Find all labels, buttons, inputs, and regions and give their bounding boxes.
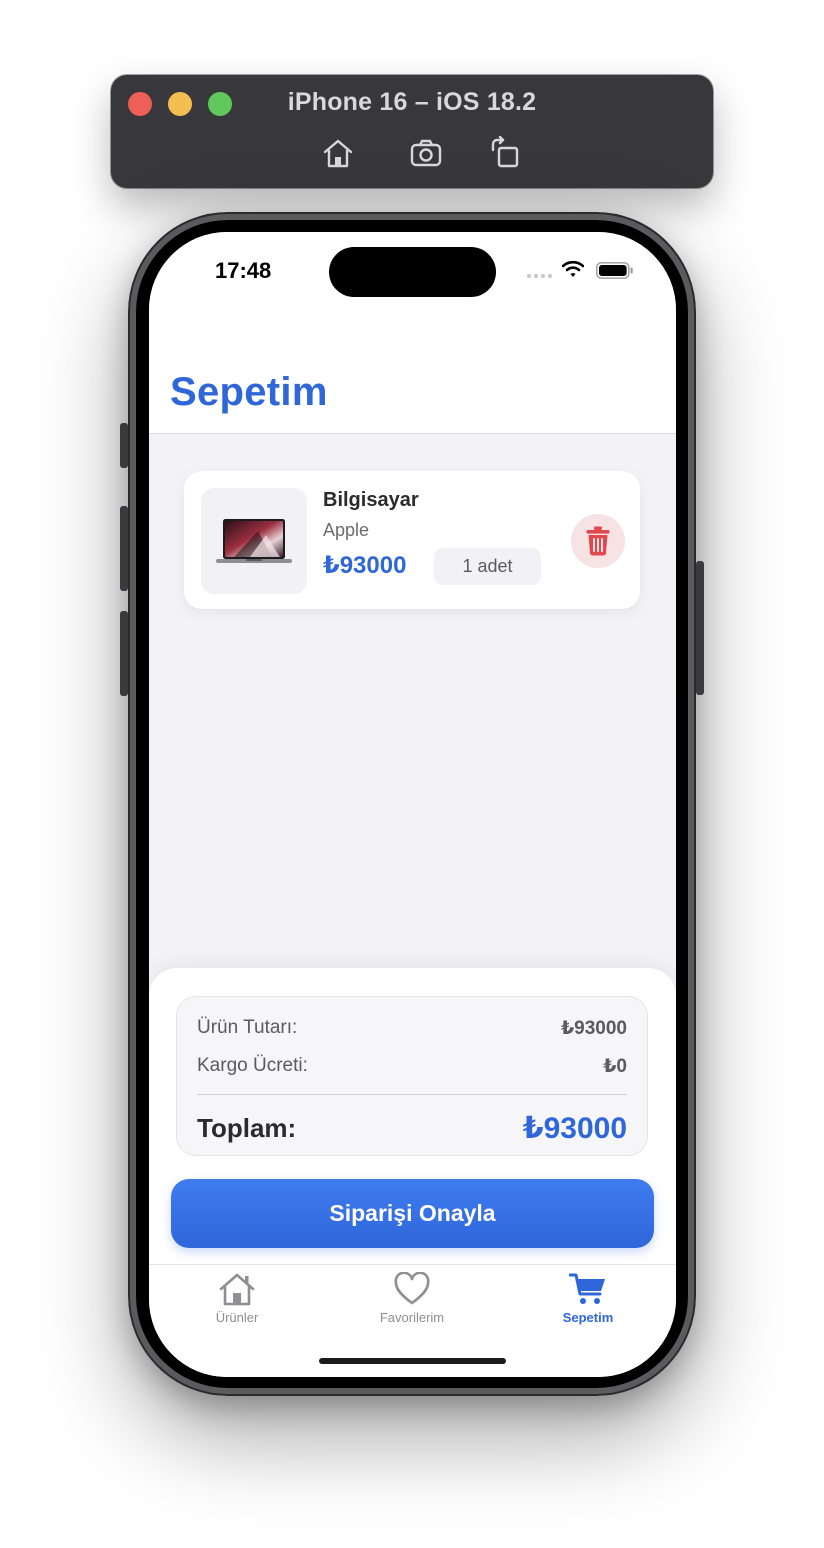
product-name: Bilgisayar — [323, 489, 419, 511]
laptop-image — [216, 519, 292, 563]
product-image — [201, 488, 307, 594]
home-icon[interactable] — [321, 136, 355, 170]
simulator-title: iPhone 16 – iOS 18.2 — [287, 88, 537, 116]
product-price: ₺93000 — [323, 552, 407, 579]
status-time: 17:48 — [215, 258, 272, 283]
total-value: ₺93000 — [522, 1112, 627, 1145]
power-button — [696, 561, 704, 695]
total-label: Toplam: — [197, 1113, 297, 1143]
volume-down-button — [120, 611, 128, 696]
rotate-icon[interactable] — [489, 136, 523, 170]
action-button — [120, 423, 128, 468]
dynamic-island — [329, 247, 496, 297]
volume-up-button — [120, 506, 128, 591]
delete-item-button[interactable] — [571, 514, 625, 568]
tab-cart[interactable]: Sepetim — [528, 1272, 648, 1325]
order-summary: Ürün Tutarı: ₺93000 Kargo Ücreti: ₺0 Top… — [176, 996, 648, 1156]
page-title: Sepetim — [170, 370, 328, 414]
subtotal-value: ₺93000 — [560, 1018, 627, 1039]
tab-products[interactable]: Ürünler — [177, 1272, 297, 1325]
heart-icon — [394, 1272, 430, 1305]
quantity-badge: 1 adet — [434, 548, 541, 585]
phone-screen: 17:48 Sepetim Bilgisayar Apple ₺93000 1 … — [149, 232, 676, 1377]
tab-favorites[interactable]: Favorilerim — [352, 1272, 472, 1325]
tab-label-products: Ürünler — [215, 1310, 259, 1325]
shipping-value: ₺0 — [603, 1056, 627, 1077]
cart-item-card: Bilgisayar Apple ₺93000 1 adet — [184, 471, 640, 609]
shipping-label: Kargo Ücreti: — [197, 1055, 308, 1076]
tab-label-cart: Sepetim — [562, 1310, 614, 1325]
subtotal-label: Ürün Tutarı: — [197, 1017, 298, 1038]
home-indicator[interactable] — [319, 1358, 506, 1364]
tab-label-favorites: Favorilerim — [379, 1310, 445, 1325]
screenshot-icon[interactable] — [409, 136, 443, 170]
summary-divider — [197, 1094, 627, 1095]
house-icon — [219, 1273, 255, 1306]
cart-icon — [569, 1273, 605, 1304]
wifi-icon — [562, 260, 584, 277]
cellular-signal-icon — [527, 274, 552, 278]
battery-icon — [596, 262, 633, 279]
product-brand: Apple — [323, 520, 370, 540]
trash-icon — [586, 526, 610, 556]
confirm-order-button[interactable]: Siparişi Onayla — [171, 1179, 654, 1248]
